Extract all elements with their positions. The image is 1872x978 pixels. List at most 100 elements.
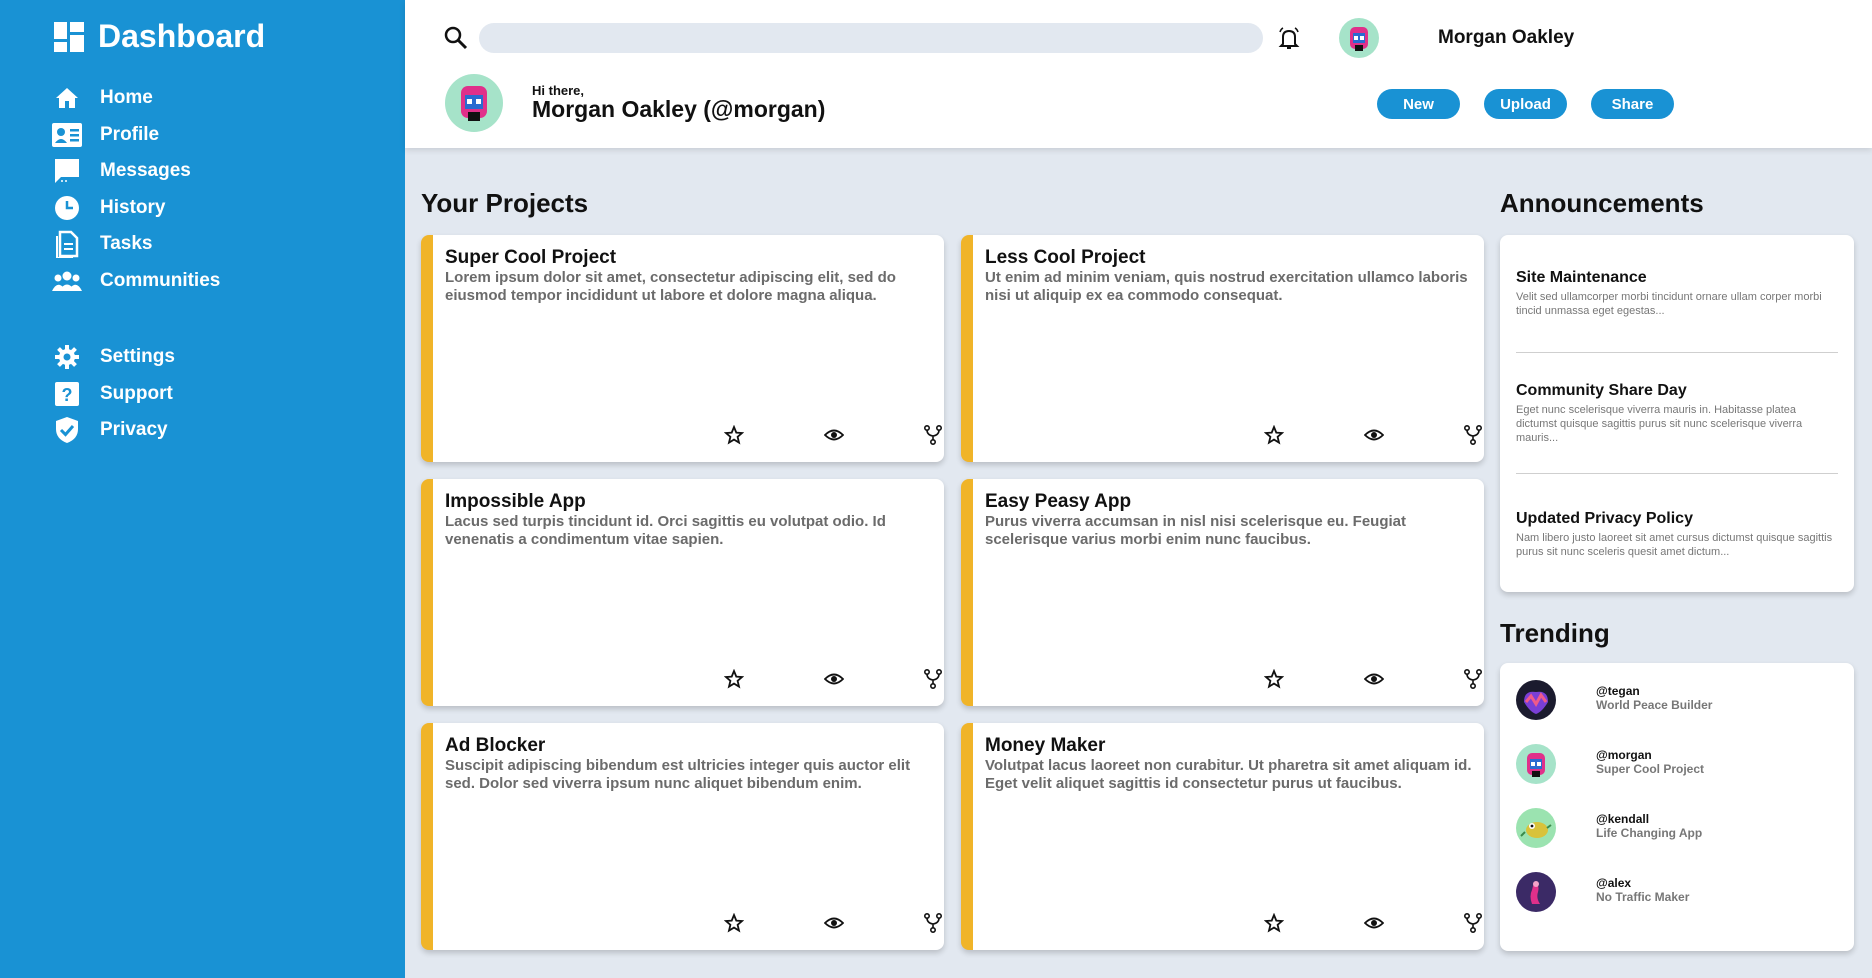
sidebar-item-home[interactable]: Home bbox=[52, 80, 220, 117]
header-user-name[interactable]: Morgan Oakley bbox=[1438, 27, 1574, 49]
project-title: Money Maker bbox=[985, 735, 1106, 756]
announcement-item[interactable]: Site Maintenance Velit sed ullamcorper m… bbox=[1516, 269, 1838, 318]
profile-card-icon bbox=[52, 120, 82, 150]
new-button[interactable]: New bbox=[1377, 89, 1460, 119]
message-icon bbox=[52, 156, 82, 186]
project-title: Super Cool Project bbox=[445, 247, 617, 268]
avatar bbox=[1516, 872, 1556, 912]
announcement-body: Nam libero justo laoreet sit amet cursus… bbox=[1516, 532, 1833, 558]
sidebar-item-label: Communities bbox=[100, 269, 221, 291]
projects-title: Your Projects bbox=[421, 188, 589, 218]
announcement-item[interactable]: Updated Privacy Policy Nam libero justo … bbox=[1516, 510, 1838, 559]
gear-icon bbox=[52, 342, 82, 372]
project-title: Impossible App bbox=[445, 491, 586, 512]
star-icon[interactable] bbox=[723, 424, 745, 445]
trending-project: Life Changing App bbox=[1596, 826, 1703, 840]
project-card[interactable]: Impossible App Lacus sed turpis tincidun… bbox=[421, 479, 944, 706]
brand-title: Dashboard bbox=[98, 18, 266, 54]
announcement-body: Velit sed ullamcorper morbi tincidunt or… bbox=[1516, 291, 1822, 317]
project-description: Lacus sed turpis tincidunt id. Orci sagi… bbox=[445, 513, 886, 548]
dashboard-icon bbox=[54, 21, 84, 52]
project-title: Easy Peasy App bbox=[985, 491, 1132, 512]
watch-icon[interactable] bbox=[1363, 913, 1385, 933]
announcements-panel: Site Maintenance Velit sed ullamcorper m… bbox=[1500, 235, 1854, 592]
sidebar-item-label: Messages bbox=[100, 160, 191, 182]
fork-icon[interactable] bbox=[923, 668, 943, 690]
share-button[interactable]: Share bbox=[1591, 89, 1674, 119]
divider bbox=[1516, 473, 1838, 474]
upload-button[interactable]: Upload bbox=[1484, 89, 1567, 119]
trending-project: World Peace Builder bbox=[1596, 698, 1713, 712]
project-description: Lorem ipsum dolor sit amet, consectetur … bbox=[445, 269, 896, 304]
trending-item[interactable]: @morgan Super Cool Project bbox=[1516, 744, 1846, 788]
project-description: Purus viverra accumsan in nisl nisi scel… bbox=[985, 513, 1407, 548]
clock-icon bbox=[52, 193, 82, 223]
announcement-title: Updated Privacy Policy bbox=[1516, 510, 1693, 527]
greeting-name: Morgan Oakley (@morgan) bbox=[532, 96, 826, 122]
avatar bbox=[1516, 808, 1556, 848]
star-icon[interactable] bbox=[1263, 668, 1285, 689]
avatar bbox=[1516, 680, 1556, 720]
announcement-body: Eget nunc scelerisque viverra mauris in.… bbox=[1516, 404, 1803, 444]
project-card[interactable]: Ad Blocker Suscipit adipiscing bibendum … bbox=[421, 723, 944, 950]
divider bbox=[1516, 352, 1838, 353]
fork-icon[interactable] bbox=[923, 912, 943, 934]
project-description: Volutpat lacus laoreet non curabitur. Ut… bbox=[985, 757, 1472, 792]
trending-item[interactable]: @alex No Traffic Maker bbox=[1516, 872, 1846, 916]
project-card[interactable]: Easy Peasy App Purus viverra accumsan in… bbox=[961, 479, 1484, 706]
avatar bbox=[1516, 744, 1556, 784]
sidebar: Dashboard Home Profile Messages History bbox=[0, 0, 405, 978]
sidebar-item-communities[interactable]: Communities bbox=[52, 263, 220, 300]
star-icon[interactable] bbox=[723, 912, 745, 933]
announcement-item[interactable]: Community Share Day Eget nunc scelerisqu… bbox=[1516, 382, 1838, 445]
help-icon: ? bbox=[52, 379, 82, 409]
sidebar-item-label: Settings bbox=[100, 346, 175, 368]
sidebar-item-history[interactable]: History bbox=[52, 190, 220, 227]
sidebar-item-tasks[interactable]: Tasks bbox=[52, 226, 220, 263]
fork-icon[interactable] bbox=[923, 424, 943, 446]
brand[interactable]: Dashboard bbox=[54, 18, 265, 55]
watch-icon[interactable] bbox=[823, 669, 845, 689]
sidebar-item-label: Privacy bbox=[100, 419, 168, 441]
project-title: Less Cool Project bbox=[985, 247, 1146, 268]
sidebar-item-privacy[interactable]: Privacy bbox=[52, 412, 220, 449]
trending-item[interactable]: @kendall Life Changing App bbox=[1516, 808, 1846, 852]
fork-icon[interactable] bbox=[1463, 912, 1483, 934]
watch-icon[interactable] bbox=[823, 913, 845, 933]
sidebar-item-label: Tasks bbox=[100, 233, 153, 255]
star-icon[interactable] bbox=[1263, 912, 1285, 933]
people-icon bbox=[52, 266, 82, 296]
profile-avatar[interactable] bbox=[445, 74, 503, 132]
search-icon[interactable] bbox=[442, 24, 470, 52]
bell-icon[interactable] bbox=[1276, 25, 1302, 51]
trending-item[interactable]: @tegan World Peace Builder bbox=[1516, 680, 1846, 724]
svg-text:?: ? bbox=[62, 385, 73, 405]
watch-icon[interactable] bbox=[1363, 669, 1385, 689]
document-icon bbox=[52, 229, 82, 259]
sidebar-item-profile[interactable]: Profile bbox=[52, 117, 220, 154]
fork-icon[interactable] bbox=[1463, 424, 1483, 446]
fork-icon[interactable] bbox=[1463, 668, 1483, 690]
project-card[interactable]: Less Cool Project Ut enim ad minim venia… bbox=[961, 235, 1484, 462]
project-title: Ad Blocker bbox=[445, 735, 546, 756]
nav-separator bbox=[52, 299, 220, 339]
sidebar-item-label: Home bbox=[100, 87, 153, 109]
search-input[interactable] bbox=[479, 23, 1263, 53]
project-card[interactable]: Money Maker Volutpat lacus laoreet non c… bbox=[961, 723, 1484, 950]
trending-title: Trending bbox=[1500, 618, 1610, 648]
sidebar-item-support[interactable]: ? Support bbox=[52, 376, 220, 413]
sidebar-item-messages[interactable]: Messages bbox=[52, 153, 220, 190]
trending-project: Super Cool Project bbox=[1596, 762, 1705, 776]
avatar[interactable] bbox=[1339, 18, 1379, 58]
project-card[interactable]: Super Cool Project Lorem ipsum dolor sit… bbox=[421, 235, 944, 462]
home-icon bbox=[52, 83, 82, 113]
watch-icon[interactable] bbox=[1363, 425, 1385, 445]
trending-handle: @tegan bbox=[1596, 684, 1640, 698]
star-icon[interactable] bbox=[1263, 424, 1285, 445]
star-icon[interactable] bbox=[723, 668, 745, 689]
sidebar-item-settings[interactable]: Settings bbox=[52, 339, 220, 376]
announcement-title: Community Share Day bbox=[1516, 382, 1687, 399]
announcement-title: Site Maintenance bbox=[1516, 269, 1647, 286]
trending-handle: @morgan bbox=[1596, 748, 1652, 762]
watch-icon[interactable] bbox=[823, 425, 845, 445]
